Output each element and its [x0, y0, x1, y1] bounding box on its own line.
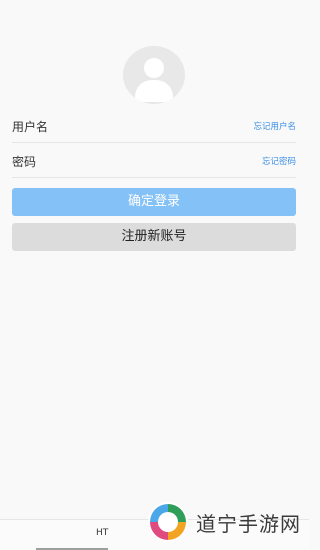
user-icon-head	[144, 58, 164, 78]
watermark-logo-icon	[148, 502, 188, 542]
username-label: 用户名	[12, 120, 49, 134]
password-input[interactable]	[62, 149, 224, 177]
bottom-label: HT	[96, 528, 109, 538]
username-input[interactable]	[62, 114, 224, 142]
login-button[interactable]: 确定登录	[12, 188, 296, 216]
avatar[interactable]	[123, 46, 185, 104]
register-button[interactable]: 注册新账号	[12, 223, 296, 251]
watermark-text: 道宁手游网	[196, 511, 301, 536]
password-label: 密码	[12, 155, 37, 169]
forgot-password-link[interactable]: 忘记密码	[262, 155, 296, 167]
watermark: 道宁手游网	[146, 500, 301, 544]
user-icon-body	[135, 80, 173, 102]
password-row: 密码 忘记密码	[12, 147, 296, 178]
forgot-username-link[interactable]: 忘记用户名	[253, 120, 296, 132]
username-row: 用户名 忘记用户名	[12, 112, 296, 143]
